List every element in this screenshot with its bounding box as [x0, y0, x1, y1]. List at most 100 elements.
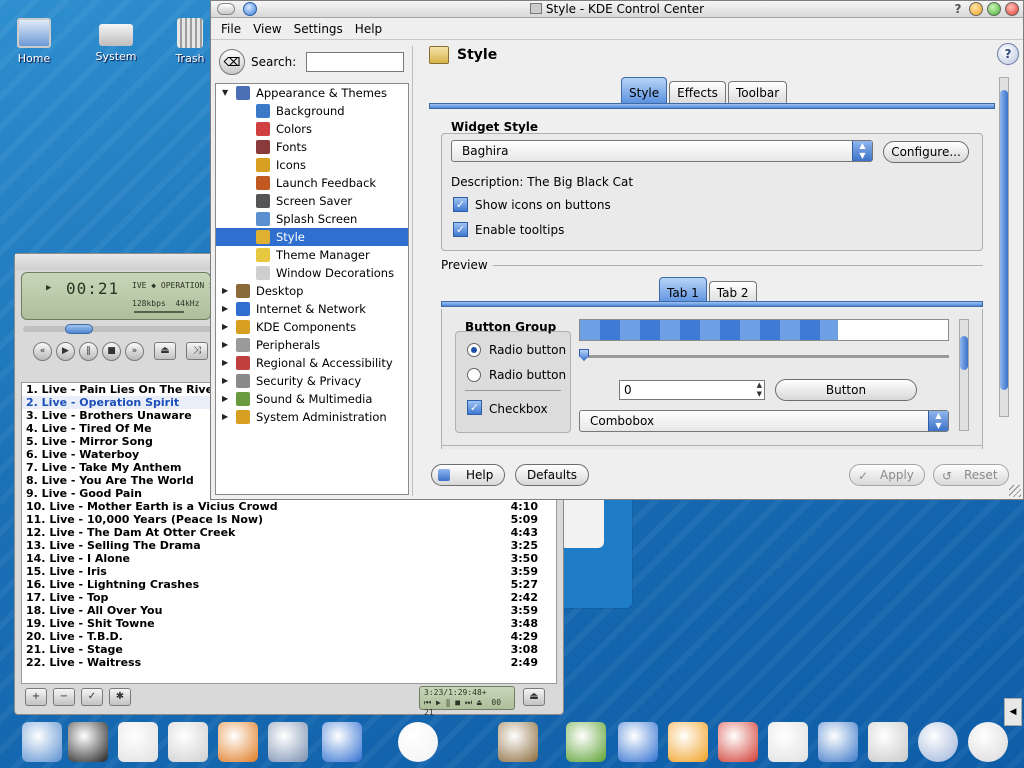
scanner-icon[interactable] [868, 722, 908, 762]
monitor-icon[interactable] [68, 722, 108, 762]
track-row[interactable]: 18. Live - All Over You 3:59 [22, 604, 556, 617]
expand-right-icon[interactable]: ▶ [222, 390, 232, 408]
tab-toolbar[interactable]: Toolbar [727, 81, 788, 103]
module-tree[interactable]: ▼ Appearance & Themes Background Colors Font… [215, 83, 409, 495]
tree-item-system-administration[interactable]: ▶ System Administration [216, 408, 408, 426]
preview-button[interactable]: Button [775, 379, 917, 401]
track-row[interactable]: 14. Live - I Alone 3:50 [22, 552, 556, 565]
preview-scrollbar[interactable] [959, 319, 969, 431]
tree-item-peripherals[interactable]: ▶ Peripherals [216, 336, 408, 354]
tree-item-screen-saver[interactable]: Screen Saver [216, 192, 408, 210]
tree-item-kde-components[interactable]: ▶ KDE Components [216, 318, 408, 336]
tree-item-splash-screen[interactable]: Splash Screen [216, 210, 408, 228]
panel-help-button[interactable]: ? [997, 43, 1019, 65]
tree-item-icons[interactable]: Icons [216, 156, 408, 174]
track-row[interactable]: 12. Live - The Dam At Otter Creek 4:43 [22, 526, 556, 539]
expand-right-icon[interactable]: ▶ [222, 372, 232, 390]
track-row[interactable]: 21. Live - Stage 3:08 [22, 643, 556, 656]
brushes-icon[interactable] [498, 722, 538, 762]
tab-effects[interactable]: Effects [669, 81, 726, 103]
dock-scroll-arrow-icon[interactable]: ◀ [1004, 698, 1022, 726]
tree-item-window-decorations[interactable]: Window Decorations [216, 264, 408, 282]
window-titlebar[interactable]: Style - KDE Control Center ? [211, 1, 1023, 18]
tree-item-sound-multimedia[interactable]: ▶ Sound & Multimedia [216, 390, 408, 408]
radio-button-1-label[interactable]: Radio button [489, 343, 566, 357]
sticky-button[interactable] [243, 2, 257, 16]
disc-icon[interactable] [398, 722, 438, 762]
shuffle-button[interactable]: ⤨ [186, 342, 208, 360]
track-row[interactable]: 10. Live - Mother Earth is a Vicius Crow… [22, 500, 556, 513]
panel-scrollbar[interactable] [999, 77, 1009, 417]
radio-button-2[interactable] [467, 368, 481, 382]
window-menu-button[interactable] [217, 3, 235, 15]
expand-right-icon[interactable]: ▶ [222, 318, 232, 336]
eject-button[interactable]: ⏏ [154, 342, 176, 360]
menu-settings[interactable]: Settings [288, 18, 349, 39]
preview-checkbox[interactable]: ✓ [467, 400, 482, 415]
expand-right-icon[interactable]: ▶ [222, 408, 232, 426]
radio-button-2-label[interactable]: Radio button [489, 368, 566, 382]
radio-button-1[interactable] [467, 343, 481, 357]
close-button[interactable] [1005, 2, 1019, 16]
configure-button[interactable]: Configure... [883, 141, 969, 163]
seek-slider[interactable] [23, 324, 213, 334]
maximize-button[interactable] [987, 2, 1001, 16]
help-footer-button[interactable]: Help [431, 464, 505, 486]
tree-item-launch-feedback[interactable]: Launch Feedback [216, 174, 408, 192]
cd-icon[interactable] [918, 722, 958, 762]
finder-icon[interactable] [22, 722, 62, 762]
pdf-icon[interactable] [718, 722, 758, 762]
tree-item-security-privacy[interactable]: ▶ Security & Privacy [216, 372, 408, 390]
tooltips-label[interactable]: Enable tooltips [475, 223, 564, 237]
preview-combobox[interactable]: Combobox ▲ ▼ [579, 410, 949, 432]
splitter-handle[interactable] [412, 46, 416, 496]
dvd-icon[interactable] [968, 722, 1008, 762]
drive-icon[interactable] [118, 722, 158, 762]
tree-item-colors[interactable]: Colors [216, 120, 408, 138]
tooltips-checkbox[interactable]: ✓ [453, 222, 468, 237]
search-input[interactable] [306, 52, 405, 72]
tree-item-desktop[interactable]: ▶ Desktop [216, 282, 408, 300]
add-track-button[interactable]: + [25, 688, 47, 706]
stop-button[interactable]: ■ [102, 342, 121, 361]
apply-button[interactable]: ✓ Apply [849, 464, 925, 486]
track-row[interactable]: 20. Live - T.B.D. 4:29 [22, 630, 556, 643]
preview-tab-2[interactable]: Tab 2 [708, 281, 757, 303]
spin-arrows-icon[interactable]: ▲ ▼ [757, 381, 762, 399]
track-row[interactable]: 15. Live - Iris 3:59 [22, 565, 556, 578]
expand-right-icon[interactable]: ▶ [222, 282, 232, 300]
mail-icon[interactable] [268, 722, 308, 762]
mini-eject-button[interactable]: ⏏ [523, 688, 545, 706]
firefox-icon[interactable] [218, 722, 258, 762]
expand-right-icon[interactable]: ▶ [222, 300, 232, 318]
tab-style[interactable]: Style [621, 77, 668, 103]
expand-right-icon[interactable]: ▶ [222, 354, 232, 372]
tree-item-background[interactable]: Background [216, 102, 408, 120]
clock-icon[interactable] [322, 722, 362, 762]
tree-item-theme-manager[interactable]: Theme Manager [216, 246, 408, 264]
pause-button[interactable]: ‖ [79, 342, 98, 361]
menu-file[interactable]: File [215, 18, 247, 39]
desktop-home-icon[interactable]: Home [2, 18, 66, 65]
track-row[interactable]: 13. Live - Selling The Drama 3:25 [22, 539, 556, 552]
widget-style-combo[interactable]: Baghira ▲ ▼ [451, 140, 873, 162]
network-icon[interactable] [818, 722, 858, 762]
track-row[interactable]: 22. Live - Waitress 2:49 [22, 656, 556, 669]
resize-grip-icon[interactable] [1009, 485, 1021, 497]
menu-help[interactable]: Help [349, 18, 388, 39]
preview-scroll-thumb[interactable] [960, 336, 968, 370]
preview-slider[interactable] [581, 355, 949, 358]
reset-button[interactable]: ↺ Reset [933, 464, 1009, 486]
defaults-button[interactable]: Defaults [515, 464, 589, 486]
minimize-button[interactable] [969, 2, 983, 16]
seek-knob[interactable] [65, 324, 93, 334]
track-row[interactable]: 16. Live - Lightning Crashes 5:27 [22, 578, 556, 591]
menu-view[interactable]: View [247, 18, 287, 39]
expand-right-icon[interactable]: ▶ [222, 336, 232, 354]
rewind-button[interactable]: « [33, 342, 52, 361]
check-button[interactable]: ✓ [81, 688, 103, 706]
track-row[interactable]: 11. Live - 10,000 Years (Peace Is Now) 5:… [22, 513, 556, 526]
tree-item-fonts[interactable]: Fonts [216, 138, 408, 156]
clear-search-icon[interactable]: ⌫ [219, 49, 245, 75]
forward-button[interactable]: » [125, 342, 144, 361]
